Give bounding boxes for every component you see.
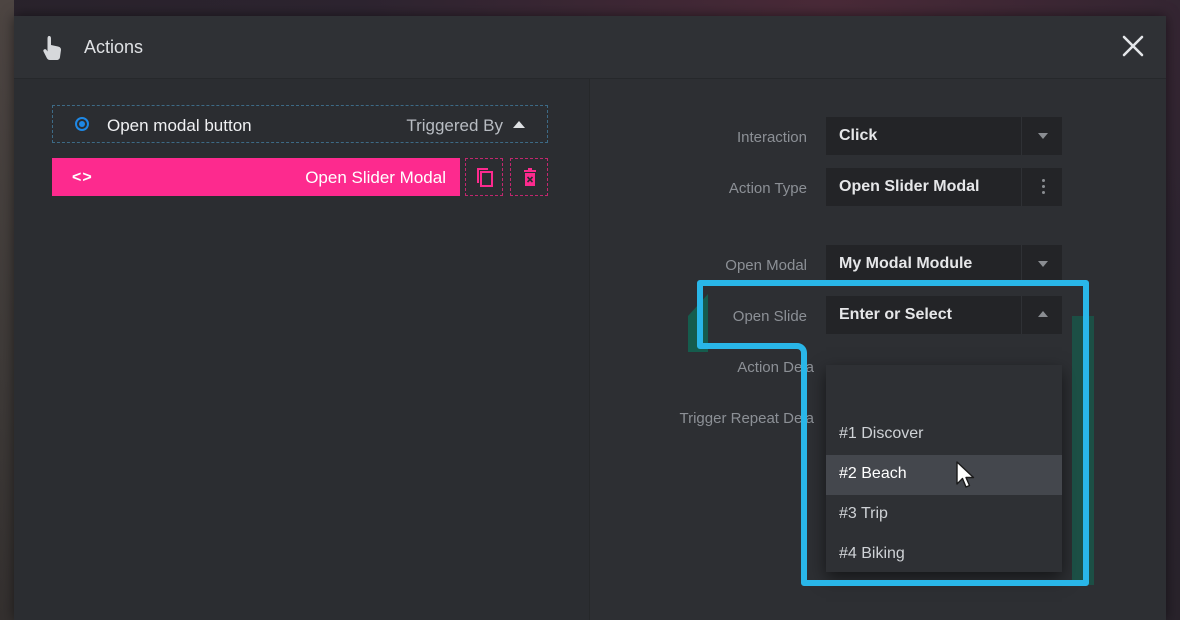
caret-up-icon[interactable] xyxy=(513,121,525,128)
dropdown-option[interactable]: #3 Trip xyxy=(826,495,1062,535)
action-delay-label: Action Dela xyxy=(737,359,814,376)
triggered-by-toggle[interactable]: Triggered By xyxy=(406,116,503,136)
actions-modal: Actions Open modal button Triggered By <… xyxy=(14,16,1166,620)
action-item-label: Open Slider Modal xyxy=(305,168,446,187)
chevron-down-icon[interactable] xyxy=(1038,261,1048,267)
chevron-up-icon[interactable] xyxy=(1038,311,1048,317)
modal-header: Actions xyxy=(14,16,1166,79)
open-slide-dropdown: #1 Discover #2 Beach #3 Trip #4 Biking xyxy=(826,365,1062,572)
divider xyxy=(1021,168,1022,206)
interaction-value: Click xyxy=(839,127,878,144)
action-item[interactable]: <> Open Slider Modal xyxy=(52,158,460,196)
background-left xyxy=(0,0,14,620)
copy-icon xyxy=(477,168,493,187)
open-slide-value: Enter or Select xyxy=(839,306,952,323)
divider xyxy=(1021,117,1022,155)
code-icon: <> xyxy=(72,169,93,186)
open-modal-select[interactable]: My Modal Module xyxy=(826,245,1062,283)
mouse-cursor-icon xyxy=(956,461,975,488)
trigger-radio[interactable] xyxy=(75,117,89,131)
trash-icon xyxy=(524,168,536,186)
trigger-label: Open modal button xyxy=(107,116,252,135)
action-type-select[interactable]: Open Slider Modal xyxy=(826,168,1062,206)
chevron-down-icon[interactable] xyxy=(1038,133,1048,139)
dropdown-option[interactable]: #1 Discover xyxy=(826,415,1062,455)
close-icon[interactable] xyxy=(1120,33,1146,59)
actions-list-pane: Open modal button Triggered By <> Open S… xyxy=(14,79,590,620)
action-settings-pane: Interaction Click Action Type Open Slide… xyxy=(590,79,1166,620)
more-vertical-icon[interactable] xyxy=(1042,179,1046,195)
delete-action-button[interactable] xyxy=(510,158,548,196)
open-modal-value: My Modal Module xyxy=(839,255,973,272)
open-modal-label: Open Modal xyxy=(725,257,807,274)
modal-title: Actions xyxy=(84,37,144,57)
action-type-value: Open Slider Modal xyxy=(839,178,980,195)
open-slide-label: Open Slide xyxy=(732,308,807,325)
copy-action-button[interactable] xyxy=(465,158,503,196)
trigger-repeat-delay-label: Trigger Repeat Dela xyxy=(679,410,814,427)
divider xyxy=(1021,296,1022,334)
dropdown-option-hovered[interactable]: #2 Beach xyxy=(826,455,1062,495)
trigger-item[interactable]: Open modal button Triggered By xyxy=(52,105,548,143)
hand-pointer-icon xyxy=(43,36,61,60)
dropdown-option[interactable]: #4 Biking xyxy=(826,535,1062,575)
action-type-label: Action Type xyxy=(728,180,807,197)
divider xyxy=(1021,245,1022,283)
interaction-select[interactable]: Click xyxy=(826,117,1062,155)
interaction-label: Interaction xyxy=(736,129,807,146)
open-slide-select[interactable]: Enter or Select xyxy=(826,296,1062,334)
